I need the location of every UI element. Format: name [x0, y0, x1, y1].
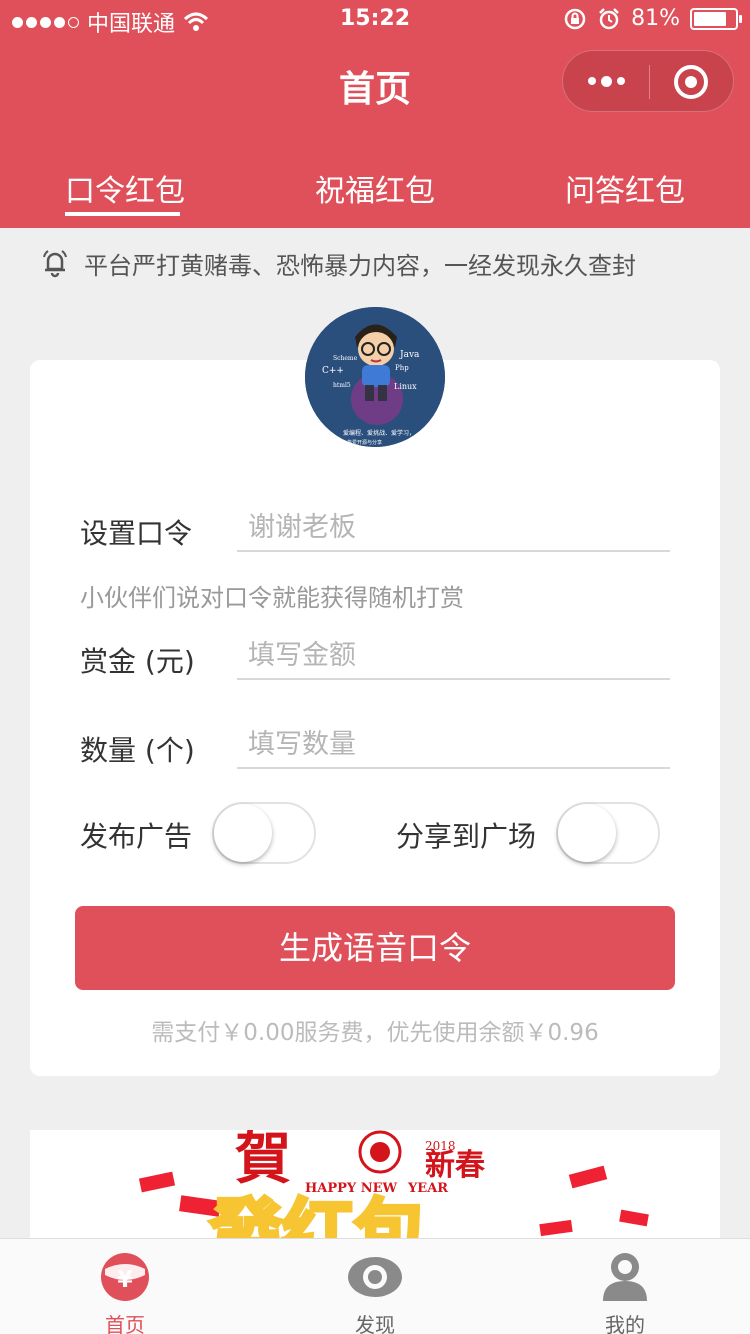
tabbar-label-discover: 发现: [355, 1313, 395, 1334]
close-program-icon[interactable]: [674, 65, 708, 99]
profile-icon: [603, 1253, 647, 1301]
banner-year-number: 2018: [425, 1139, 456, 1153]
battery-icon: [690, 7, 742, 30]
more-options-icon[interactable]: [563, 51, 649, 111]
amount-input[interactable]: 填写金额: [237, 636, 670, 680]
tab-blessing-redpacket[interactable]: 祝福红包: [250, 130, 500, 228]
avatar-text-motto: 爱编程、爱挑战、爱学习，: [343, 429, 415, 437]
navigation-bar: 首页: [0, 40, 750, 130]
avatar: Java Scheme C++ Php html5 Linux 爱编程、爱挑战、…: [305, 307, 445, 447]
tabbar-item-profile[interactable]: 我的: [500, 1239, 750, 1334]
discover-icon: [348, 1257, 402, 1297]
share-square-label: 分享到广场: [396, 820, 537, 853]
tabbar-item-home[interactable]: ¥ 首页: [0, 1239, 250, 1334]
avatar-text-linux: Linux: [394, 382, 417, 391]
banner-xinchun: 新春: [425, 1148, 485, 1183]
capsule-divider: [649, 65, 650, 99]
banner-he: 賀: [235, 1130, 291, 1192]
publish-ad-toggle[interactable]: [212, 802, 316, 864]
bottom-tab-bar: ¥ 首页 发现 我的: [0, 1238, 750, 1334]
password-input[interactable]: 谢谢老板: [237, 508, 670, 552]
avatar-text-php: Php: [395, 364, 409, 372]
avatar-text-cpp: C++: [322, 366, 344, 376]
share-square-toggle[interactable]: [556, 802, 660, 864]
mini-program-capsule: [562, 50, 734, 112]
tabbar-label-home: 首页: [105, 1313, 145, 1334]
tabbar-label-profile: 我的: [605, 1313, 645, 1334]
tabbar-item-discover[interactable]: 发现: [250, 1239, 500, 1334]
avatar-text-html5: html5: [333, 382, 351, 389]
tab-bar-top: 口令红包 祝福红包 问答红包: [0, 130, 750, 228]
avatar-illustration: Java Scheme C++ Php html5 Linux 爱编程、爱挑战、…: [305, 307, 445, 447]
password-label: 设置口令: [80, 517, 193, 550]
home-icon: ¥: [101, 1253, 149, 1301]
generate-voice-password-button[interactable]: 生成语音口令: [75, 906, 675, 990]
service-fee-text: 需支付￥0.00服务费，优先使用余额￥0.96: [151, 1020, 599, 1046]
rotation-lock-icon: [564, 8, 586, 29]
tab-quiz-redpacket[interactable]: 问答红包: [500, 130, 750, 228]
bell-icon: [43, 250, 67, 278]
tab-password-redpacket[interactable]: 口令红包: [0, 130, 250, 228]
count-label: 数量 (个): [80, 734, 195, 767]
avatar-text-scheme: Scheme: [333, 355, 358, 362]
banner-graphic: 賀 新春 2018 HAPPY NEW YEAR 發红包: [30, 1130, 720, 1238]
toggle-knob: [558, 804, 616, 862]
avatar-text-java: Java: [399, 350, 420, 360]
count-input[interactable]: 填写数量: [237, 725, 670, 769]
status-right: 81%: [563, 6, 742, 31]
alarm-icon: [599, 7, 619, 29]
notice-bar: 平台严打黄赌毒、恐怖暴力内容，一经发现永久查封: [40, 245, 636, 281]
status-bar: 中国联通 15:22 81%: [0, 0, 750, 40]
battery-percent: 81%: [631, 6, 680, 31]
banner-fa-hongbao: 發红包: [209, 1191, 426, 1238]
svg-text:¥: ¥: [117, 1268, 133, 1293]
new-year-banner[interactable]: 賀 新春 2018 HAPPY NEW YEAR 發红包: [30, 1130, 720, 1238]
publish-ad-label: 发布广告: [80, 820, 193, 853]
notice-text: 平台严打黄赌毒、恐怖暴力内容，一经发现永久查封: [84, 251, 636, 280]
toggle-knob: [214, 804, 272, 862]
password-hint: 小伙伴们说对口令就能获得随机打赏: [80, 584, 464, 612]
amount-label: 赏金 (元): [80, 645, 195, 678]
